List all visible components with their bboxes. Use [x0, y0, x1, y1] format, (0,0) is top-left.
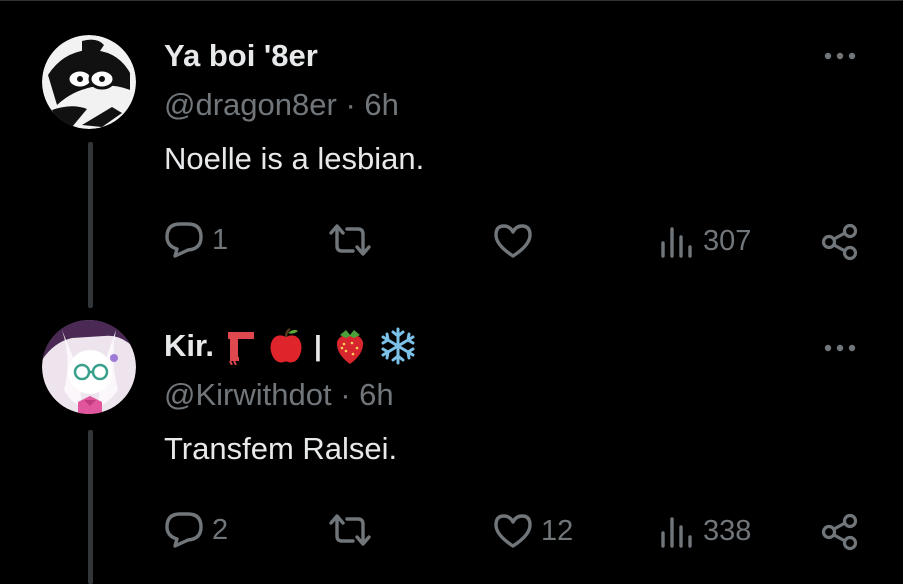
like-icon: [494, 514, 532, 548]
like-count: 12: [541, 514, 574, 547]
avatar[interactable]: [42, 320, 136, 414]
share-button[interactable]: [820, 512, 860, 552]
views-button[interactable]: 307: [659, 223, 751, 259]
retweet-button[interactable]: [327, 512, 373, 548]
strawberry-emoji: [336, 330, 363, 364]
share-icon: [821, 513, 858, 551]
retweet-icon: [329, 514, 371, 546]
more-options-icon[interactable]: [820, 338, 860, 358]
retweet-button[interactable]: [327, 222, 373, 258]
reply-icon: [165, 222, 203, 258]
author-name-row: Kir. |: [164, 326, 418, 366]
reply-count: 1: [212, 223, 229, 256]
author-handle[interactable]: @dragon8er: [164, 87, 337, 122]
snowflake-emoji: [381, 327, 415, 365]
like-icon: [494, 224, 532, 258]
views-icon: [661, 227, 692, 258]
reply-icon: [165, 512, 203, 548]
avatar[interactable]: [42, 35, 136, 129]
share-icon: [821, 223, 858, 261]
tweet-1[interactable]: Ya boi '8er @dragon8er · 6h Noelle is a …: [0, 0, 903, 300]
tweet-time[interactable]: 6h: [359, 377, 393, 412]
meta-separator: ·: [345, 87, 356, 122]
author-name[interactable]: Ya boi '8er: [164, 38, 318, 74]
scarf-emoji: [227, 332, 254, 365]
views-count: 307: [703, 224, 752, 257]
more-options-icon[interactable]: [820, 46, 860, 66]
views-count: 338: [703, 514, 752, 547]
tweet-time[interactable]: 6h: [364, 87, 398, 122]
author-meta: @Kirwithdot · 6h: [164, 377, 394, 413]
share-button[interactable]: [820, 222, 860, 262]
tweet-2[interactable]: Kir. | @Kirwithdot · 6h Transfem Ralsei.…: [0, 300, 903, 584]
retweet-icon: [329, 224, 371, 256]
reply-button[interactable]: 1: [164, 221, 228, 259]
tweet-text: Transfem Ralsei.: [164, 431, 398, 466]
author-name-row: Ya boi '8er: [164, 38, 318, 74]
reply-button[interactable]: 2: [164, 511, 228, 549]
like-button[interactable]: 12: [493, 513, 573, 549]
like-button[interactable]: [493, 223, 533, 259]
views-button[interactable]: 338: [659, 513, 751, 549]
author-name[interactable]: Kir.: [164, 328, 214, 364]
author-handle[interactable]: @Kirwithdot: [164, 377, 332, 412]
author-meta: @dragon8er · 6h: [164, 87, 399, 123]
meta-separator: ·: [340, 377, 351, 412]
reply-count: 2: [212, 513, 229, 546]
name-separator-bar: |: [313, 330, 322, 361]
red-apple-emoji: [270, 328, 302, 363]
thread-connector-line: [88, 430, 93, 584]
tweet-text: Noelle is a lesbian.: [164, 141, 425, 176]
thread-connector-line: [88, 142, 93, 308]
views-icon: [661, 517, 692, 548]
